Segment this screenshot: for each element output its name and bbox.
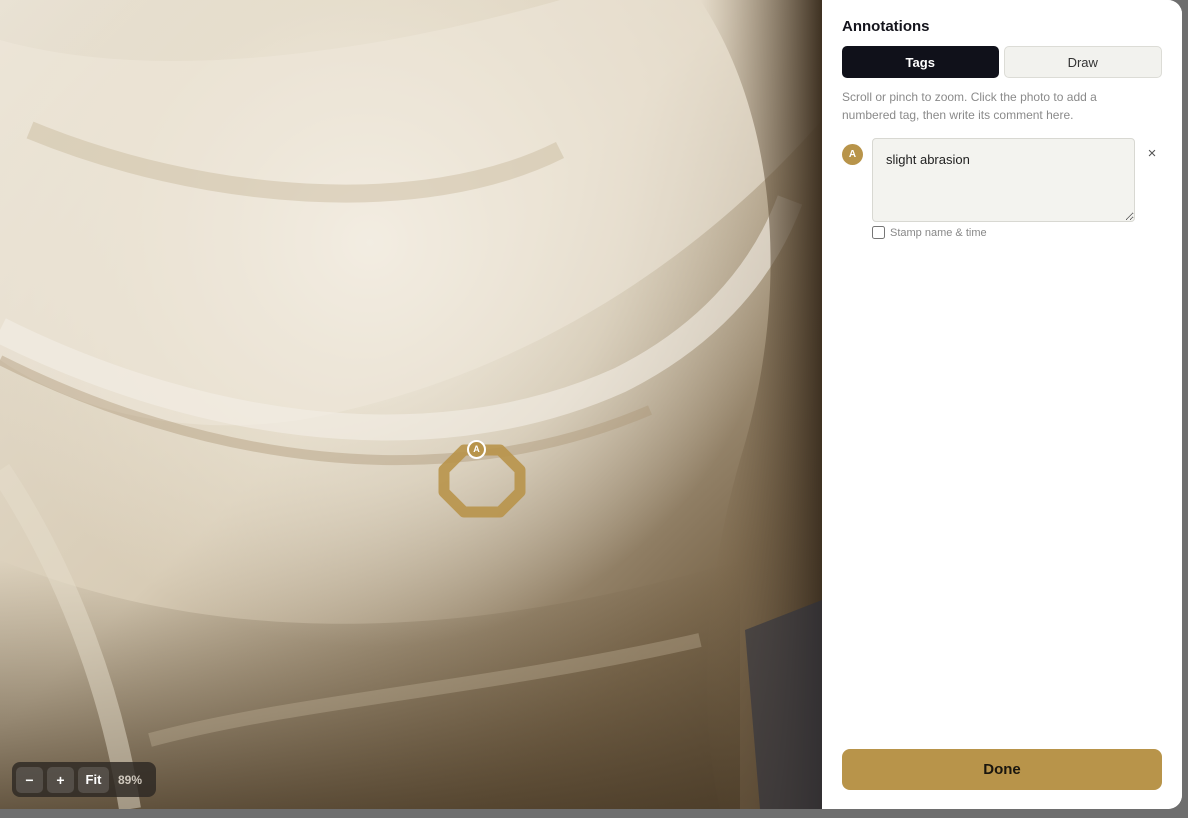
tab-draw[interactable]: Draw	[1003, 46, 1162, 78]
photo-canvas[interactable]: A − + Fit 89%	[0, 0, 822, 809]
tag-comment-field[interactable]: slight abrasion	[872, 138, 1135, 222]
annotation-modal: A − + Fit 89% Annotations Tags Draw Scro…	[0, 0, 1182, 809]
annotations-panel: Annotations Tags Draw Scroll or pinch to…	[822, 0, 1182, 809]
tag-entry: A slight abrasion × Stamp name & time	[842, 138, 1166, 248]
instructions-text: Scroll or pinch to zoom. Click the photo…	[842, 90, 1097, 122]
zoom-fit-button[interactable]: Fit	[78, 766, 109, 793]
zoom-in-button[interactable]: +	[47, 766, 74, 793]
tag-letter-badge: A	[842, 144, 863, 165]
panel-title: Annotations	[842, 18, 930, 35]
marble-photo	[0, 0, 822, 809]
mode-switch: Tags Draw	[842, 46, 1162, 78]
stamp-label: Stamp name & time	[890, 226, 987, 239]
zoom-toolbar: − + Fit 89%	[12, 762, 156, 797]
tab-tags[interactable]: Tags	[842, 46, 999, 78]
zoom-out-button[interactable]: −	[16, 766, 43, 793]
tag-marker-badge[interactable]: A	[467, 440, 486, 459]
stamp-checkbox[interactable]	[872, 226, 885, 239]
remove-tag-icon[interactable]: ×	[1144, 146, 1160, 162]
zoom-level: 89%	[118, 772, 143, 787]
stamp-option[interactable]: Stamp name & time	[872, 226, 987, 239]
done-button[interactable]: Done	[842, 749, 1162, 790]
